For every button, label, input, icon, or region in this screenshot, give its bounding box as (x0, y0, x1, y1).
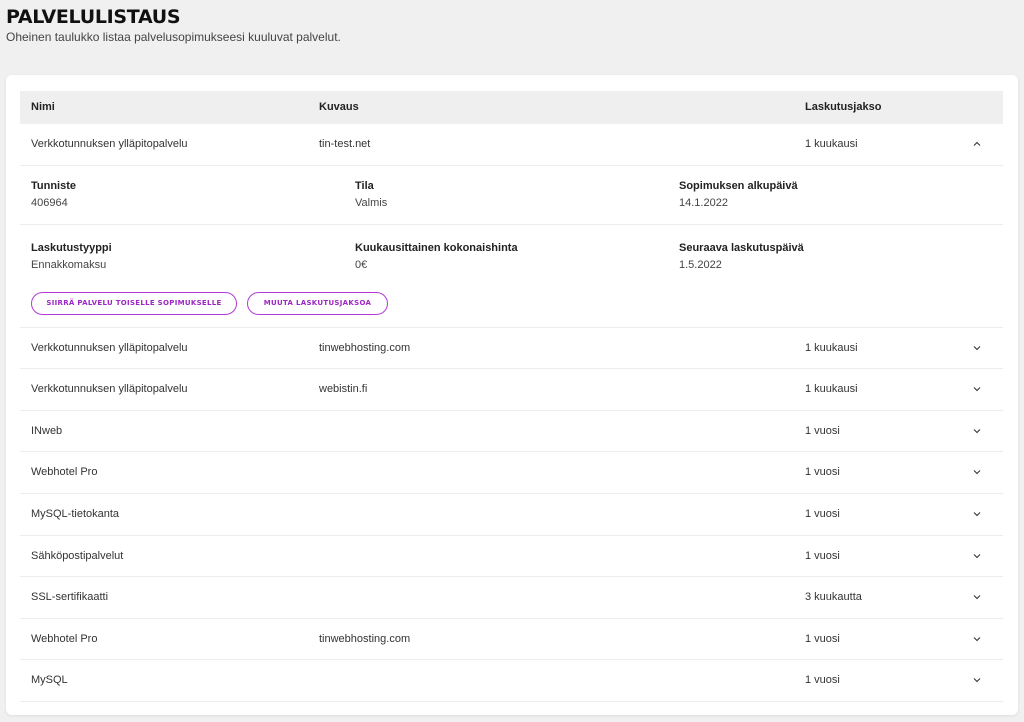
next-billing-value: 1.5.2022 (679, 258, 722, 271)
table-row[interactable]: Verkkotunnuksen ylläpitopalvelu tinwebhos… (20, 328, 1003, 370)
billing-type-value: Ennakkomaksu (31, 258, 107, 271)
table-body: Verkkotunnuksen ylläpitopalvelu tinwebhos… (20, 328, 1003, 702)
table-row[interactable]: MySQL 1 vuosi (20, 660, 1003, 702)
detail-next-billing: Seuraava laskutuspäivä 1.5.2022 (679, 242, 804, 271)
billing-type-label: Laskutustyyppi (31, 241, 112, 254)
chevron-down-icon[interactable] (971, 466, 983, 478)
status-label: Tila (355, 179, 374, 192)
chevron-down-icon[interactable] (971, 674, 983, 686)
row-name: INweb (31, 424, 63, 437)
row-name: Sähköpostipalvelut (31, 549, 124, 562)
transfer-service-button[interactable]: SIIRRÄ PALVELU TOISELLE SOPIMUKSELLE (31, 291, 237, 315)
row-name: SSL-sertifikaatti (31, 591, 109, 604)
row-billing-period: 1 vuosi (805, 674, 840, 687)
identifier-label: Tunniste (31, 179, 77, 192)
row-billing-period: 1 vuosi (805, 507, 840, 520)
detail-monthly-total: Kuukausittainen kokonaishinta 0€ (355, 242, 518, 271)
row-description: tinwebhosting.com (319, 341, 411, 354)
table-row[interactable]: Webhotel Pro tinwebhosting.com 1 vuosi (20, 619, 1003, 661)
chevron-up-icon[interactable] (971, 138, 983, 150)
chevron-down-icon[interactable] (971, 550, 983, 562)
header-billing-period: Laskutusjakso (805, 101, 882, 113)
row-name: Webhotel Pro (31, 466, 98, 479)
row-name: Verkkotunnuksen ylläpitopalvelu (31, 341, 188, 354)
row-description: tin-test.net (319, 138, 371, 150)
monthly-total-value: 0€ (355, 258, 368, 271)
services-card: Nimi Kuvaus Laskutusjakso Verkkotunnukse… (6, 75, 1018, 715)
chevron-down-icon[interactable] (971, 383, 983, 395)
table-row[interactable]: INweb 1 vuosi (20, 411, 1003, 453)
table-row[interactable]: Webhotel Pro 1 vuosi (20, 452, 1003, 494)
row-billing-period: 1 vuosi (805, 466, 840, 479)
row-billing-period: 1 vuosi (805, 424, 840, 437)
start-date-value: 14.1.2022 (679, 196, 728, 209)
row-name: MySQL (31, 674, 68, 687)
row-name: Verkkotunnuksen ylläpitopalvelu (31, 138, 188, 150)
row-billing-period: 3 kuukautta (805, 591, 862, 604)
detail-billing-type: Laskutustyyppi Ennakkomaksu (31, 242, 112, 271)
detail-start-date: Sopimuksen alkupäivä 14.1.2022 (679, 180, 798, 209)
row-billing-period: 1 vuosi (805, 549, 840, 562)
header-description: Kuvaus (319, 101, 359, 113)
services-table: Nimi Kuvaus Laskutusjakso Verkkotunnukse… (20, 91, 1003, 702)
chevron-down-icon[interactable] (971, 342, 983, 354)
row-billing-period: 1 vuosi (805, 632, 840, 645)
detail-status: Tila Valmis (355, 180, 387, 209)
chevron-down-icon[interactable] (971, 591, 983, 603)
status-value: Valmis (355, 196, 388, 209)
header-name: Nimi (31, 101, 55, 113)
start-date-label: Sopimuksen alkupäivä (679, 179, 798, 192)
table-row[interactable]: Sähköpostipalvelut 1 vuosi (20, 536, 1003, 578)
row-name: Verkkotunnuksen ylläpitopalvelu (31, 383, 188, 396)
row-name: MySQL-tietokanta (31, 507, 120, 520)
row-name: Webhotel Pro (31, 632, 98, 645)
page-subtitle: Oheinen taulukko listaa palvelusopimukse… (6, 30, 341, 44)
table-row[interactable]: Verkkotunnuksen ylläpitopalvelu webistin.… (20, 369, 1003, 411)
table-row[interactable]: SSL-sertifikaatti 3 kuukautta (20, 577, 1003, 619)
table-header: Nimi Kuvaus Laskutusjakso (20, 91, 1003, 124)
next-billing-label: Seuraava laskutuspäivä (679, 241, 804, 254)
detail-identifier: Tunniste 406964 (31, 180, 76, 209)
monthly-total-label: Kuukausittainen kokonaishinta (355, 241, 518, 254)
page-title: PALVELULISTAUS (6, 6, 181, 28)
row-billing-period: 1 kuukausi (805, 138, 858, 150)
row-billing-period: 1 kuukausi (805, 341, 858, 354)
change-billing-period-button[interactable]: MUUTA LASKUTUSJAKSOA (247, 291, 388, 315)
chevron-down-icon[interactable] (971, 633, 983, 645)
row-description: webistin.fi (319, 383, 368, 396)
row-description: tinwebhosting.com (319, 632, 411, 645)
table-row[interactable]: MySQL-tietokanta 1 vuosi (20, 494, 1003, 536)
details-divider (20, 223, 1003, 225)
chevron-down-icon[interactable] (971, 425, 983, 437)
chevron-down-icon[interactable] (971, 508, 983, 520)
identifier-value: 406964 (31, 196, 68, 209)
table-row-expanded[interactable]: Verkkotunnuksen ylläpitopalvelu tin-test… (20, 124, 1003, 166)
row-billing-period: 1 kuukausi (805, 383, 858, 396)
row-details: Tunniste 406964 Tila Valmis Sopimuksen a… (20, 166, 1003, 328)
